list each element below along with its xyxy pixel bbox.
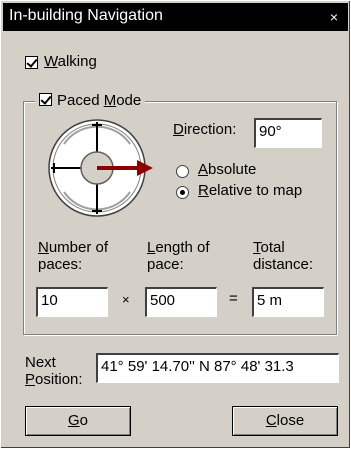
total-distance-label: Total distance: bbox=[253, 239, 314, 273]
title-bar: In-building Navigation × bbox=[3, 3, 348, 31]
length-of-pace-input[interactable]: 500 bbox=[145, 287, 217, 317]
walking-checkbox[interactable] bbox=[25, 56, 38, 69]
equals-operator: = bbox=[229, 290, 238, 307]
paced-mode-label[interactable]: Paced Mode bbox=[57, 92, 141, 109]
next-position-field[interactable]: 41° 59' 14.70'' N 87° 48' 31.3 bbox=[96, 353, 339, 383]
number-of-paces-label: Number of paces: bbox=[38, 239, 109, 273]
relative-to-map-label[interactable]: Relative to map bbox=[198, 182, 302, 199]
relative-to-map-radio[interactable] bbox=[176, 186, 189, 199]
window-title: In-building Navigation bbox=[9, 7, 163, 24]
number-of-paces-input[interactable]: 10 bbox=[36, 287, 108, 317]
direction-input[interactable]: 90° bbox=[254, 118, 322, 148]
absolute-radio[interactable] bbox=[176, 165, 189, 178]
paced-mode-checkbox[interactable] bbox=[39, 93, 52, 106]
absolute-label[interactable]: Absolute bbox=[198, 161, 256, 178]
length-of-pace-label: Length of pace: bbox=[147, 239, 210, 273]
paced-mode-legend: Paced Mode bbox=[35, 92, 146, 110]
compass-icon[interactable] bbox=[41, 118, 161, 218]
close-button[interactable]: Close bbox=[232, 406, 338, 436]
next-position-label: Next Position: bbox=[25, 354, 83, 388]
walking-label[interactable]: Walking bbox=[44, 53, 97, 70]
total-distance-input[interactable]: 5 m bbox=[252, 287, 324, 317]
close-icon[interactable]: × bbox=[326, 9, 342, 25]
go-button[interactable]: Go bbox=[25, 406, 131, 436]
direction-label: Direction: bbox=[173, 121, 237, 138]
dialog-window: In-building Navigation × Walking Paced M… bbox=[0, 0, 351, 449]
times-operator: × bbox=[122, 292, 130, 307]
